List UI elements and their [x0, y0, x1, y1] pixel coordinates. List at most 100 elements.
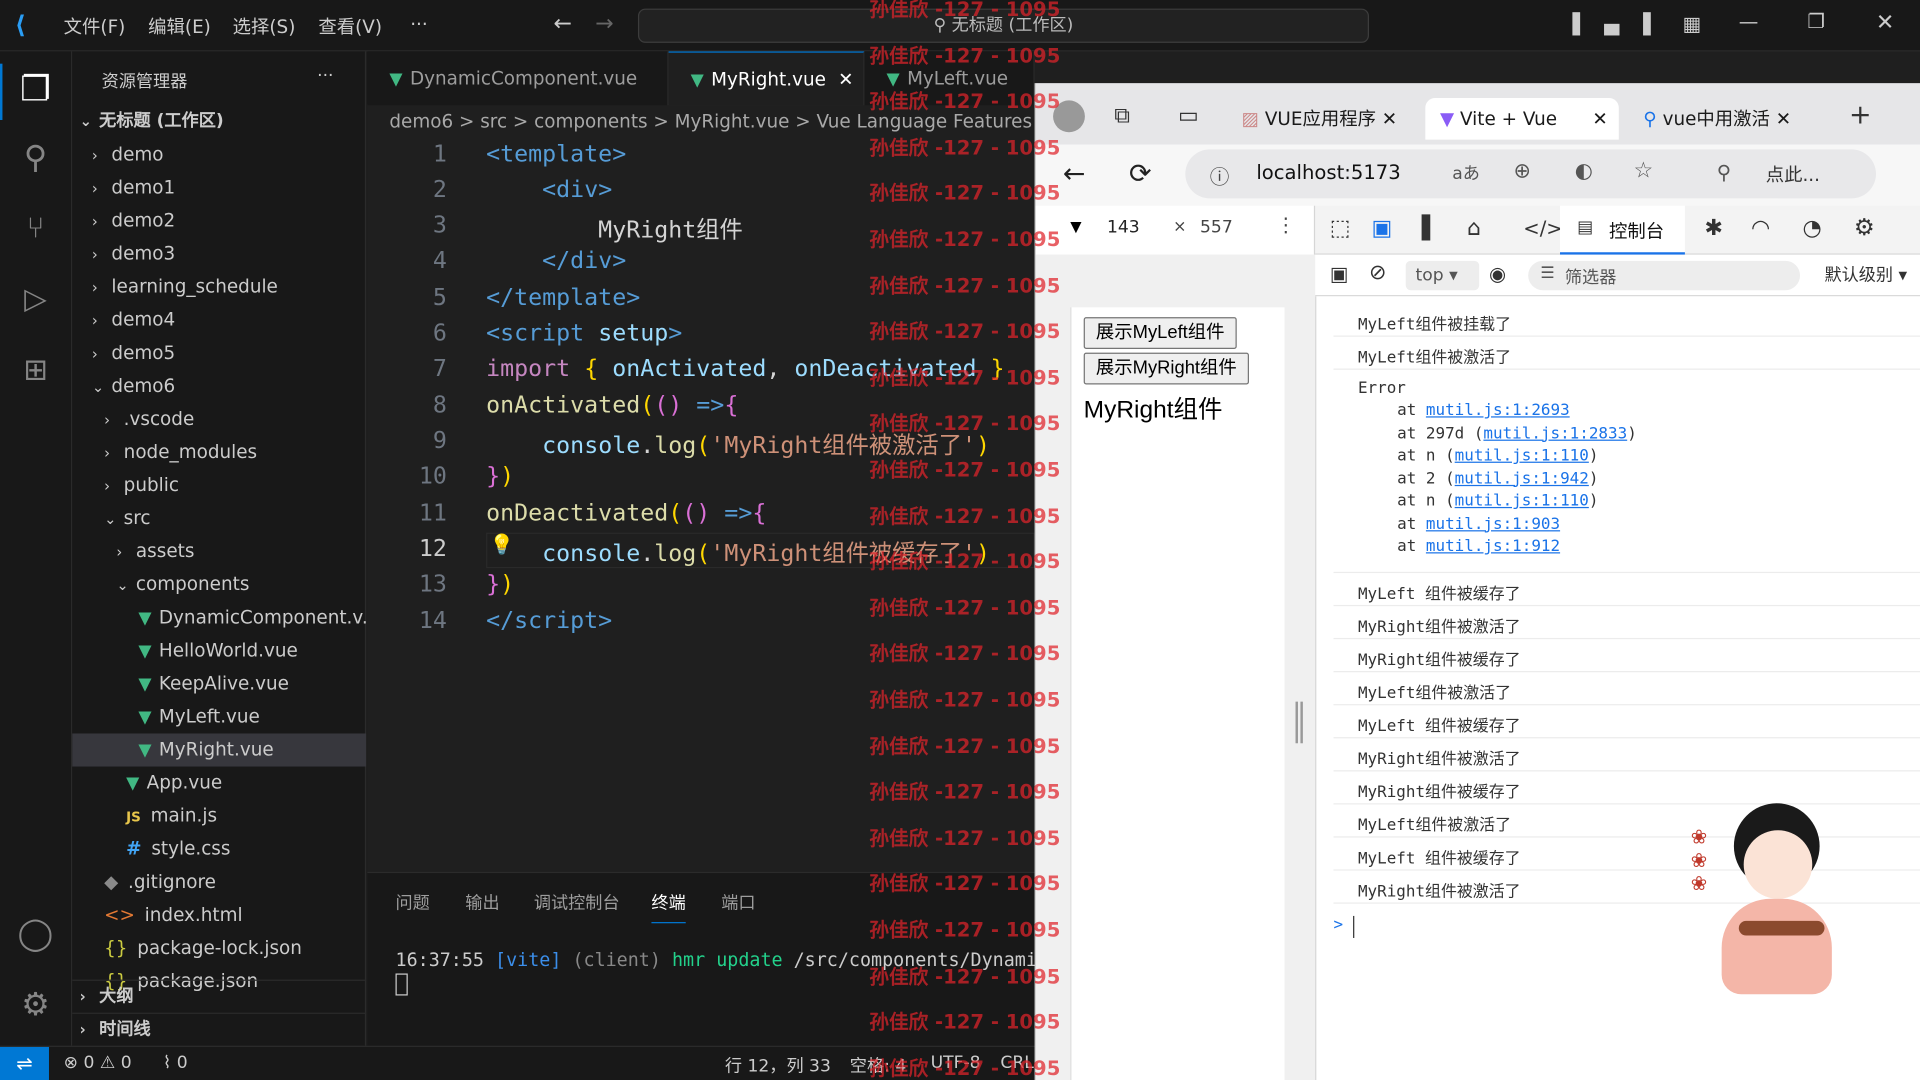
console-message[interactable]: MyRight组件被缓存了 — [1333, 771, 1920, 805]
source-control-icon[interactable]: ⑂ — [15, 211, 57, 253]
tree-item[interactable]: ▼ App.vue — [72, 767, 366, 800]
stack-source-link[interactable]: mutil.js:1:942 — [1455, 470, 1589, 488]
tree-item[interactable]: JS main.js — [72, 800, 366, 833]
toggle-panel-icon[interactable]: ▄ — [1604, 12, 1619, 35]
forward-arrow-icon[interactable]: → — [595, 11, 613, 37]
close-tab-icon[interactable]: ✕ — [838, 69, 853, 91]
console-message[interactable]: MyLeft 组件被缓存了 — [1333, 573, 1920, 607]
viewport-width[interactable]: 143 — [1107, 218, 1140, 238]
tree-item[interactable]: › learning_schedule — [72, 271, 366, 304]
tree-item[interactable]: › demo — [72, 138, 366, 171]
remote-button[interactable]: ⇌ — [0, 1046, 49, 1080]
tab-actions-icon[interactable]: ▭ — [1178, 103, 1199, 129]
restore-icon[interactable]: ❐ — [1807, 10, 1825, 33]
code-line-8[interactable]: onActivated(() =>{ — [486, 392, 738, 419]
outline-section[interactable]: › 大纲 — [72, 979, 367, 1013]
tree-item[interactable]: › node_modules — [72, 436, 366, 469]
tree-item[interactable]: ◆ .gitignore — [72, 866, 366, 899]
minimize-icon[interactable]: — — [1739, 10, 1759, 33]
tree-item[interactable]: ⌄ demo6 — [72, 370, 366, 403]
dropdown-arrow-icon[interactable]: ▼ — [1070, 218, 1081, 235]
timeline-section[interactable]: › 时间线 — [72, 1012, 367, 1046]
ports-status[interactable]: ⌇ 0 — [163, 1053, 188, 1073]
resize-handle[interactable] — [1295, 701, 1303, 744]
tree-item[interactable]: › demo3 — [72, 238, 366, 271]
console-message[interactable]: MyLeft组件被挂载了 — [1333, 304, 1920, 337]
console-message[interactable]: MyLeft组件被激活了 — [1333, 337, 1920, 370]
tree-item[interactable]: ⌄ src — [72, 502, 366, 535]
menu-file[interactable]: 文件(F) — [64, 13, 126, 39]
customize-layout-icon[interactable]: ▦ — [1682, 12, 1701, 35]
menu-more[interactable]: ··· — [410, 13, 428, 35]
code-line-1[interactable]: <template> — [486, 141, 626, 168]
menu-view[interactable]: 查看(V) — [318, 13, 382, 39]
menu-selection[interactable]: 选择(S) — [233, 13, 296, 39]
performance-icon[interactable]: ◔ — [1802, 216, 1821, 242]
stack-source-link[interactable]: mutil.js:1:110 — [1455, 447, 1589, 465]
code-line-4[interactable]: </div> — [486, 247, 626, 274]
stack-source-link[interactable]: mutil.js:1:2693 — [1426, 402, 1570, 420]
favorite-star-icon[interactable]: ☆ — [1633, 158, 1653, 184]
console-message[interactable]: MyRight组件被激活了 — [1333, 606, 1920, 640]
tree-item[interactable]: ▼ DynamicComponent.v... — [72, 601, 366, 634]
new-tab-button[interactable]: + — [1849, 100, 1872, 131]
console-message[interactable]: Error at mutil.js:1:2693 at 297d (mutil.js… — [1333, 370, 1920, 574]
code-line-14[interactable]: </script> — [486, 607, 612, 634]
context-selector[interactable]: top ▾ — [1405, 260, 1480, 291]
tree-item[interactable]: › demo1 — [72, 171, 366, 204]
toggle-sidebar-icon[interactable]: ▐ — [1565, 12, 1580, 35]
close-tab-icon[interactable]: ✕ — [1776, 108, 1791, 130]
dock-sidebar-icon[interactable]: ▐ — [1413, 216, 1430, 242]
console-sidebar-icon[interactable]: ▣ — [1330, 262, 1349, 285]
show-myleft-button[interactable]: 展示MyLeft组件 — [1083, 317, 1237, 349]
panel-tab-terminal[interactable]: 终端 — [651, 890, 686, 924]
tree-item[interactable]: # style.css — [72, 833, 366, 866]
device-emulation-icon[interactable]: ▣ — [1371, 216, 1392, 242]
viewport-height[interactable]: 557 — [1200, 218, 1233, 238]
tree-item[interactable]: › public — [72, 469, 366, 502]
panel-tab-problems[interactable]: 问题 — [396, 890, 430, 914]
network-wifi-icon[interactable]: ◠ — [1751, 216, 1770, 242]
stack-source-link[interactable]: mutil.js:1:110 — [1455, 492, 1589, 510]
explorer-more-icon[interactable]: ··· — [317, 66, 333, 86]
elements-icon[interactable]: </> — [1523, 217, 1562, 240]
tree-item[interactable]: ▼ MyRight.vue — [72, 733, 367, 767]
code-line-6[interactable]: <script setup> — [486, 320, 682, 347]
tree-item[interactable]: ▼ MyLeft.vue — [72, 700, 366, 733]
console-filter-input[interactable]: ☰ 筛选器 — [1528, 260, 1801, 291]
console-message[interactable]: MyLeft 组件被缓存了 — [1333, 705, 1920, 739]
console-message[interactable]: MyLeft组件被激活了 — [1333, 672, 1920, 706]
run-debug-icon[interactable]: ▷ — [15, 282, 57, 324]
browser-tab-vue-app[interactable]: ▨ VUE应用程序 ✕ — [1242, 98, 1413, 140]
tree-item[interactable]: {} package-lock.json — [72, 932, 366, 965]
welcome-home-icon[interactable]: ⌂ — [1467, 216, 1481, 242]
zoom-icon[interactable]: ⊕ — [1513, 159, 1530, 183]
stack-source-link[interactable]: mutil.js:1:912 — [1426, 538, 1560, 556]
sidebar-search[interactable]: ⚲ 点此... — [1699, 151, 1876, 196]
tree-item[interactable]: ▼ KeepAlive.vue — [72, 667, 366, 700]
panel-tab-debug-console[interactable]: 调试控制台 — [534, 890, 620, 914]
stack-source-link[interactable]: mutil.js:1:2833 — [1483, 424, 1627, 442]
code-line-3[interactable]: MyRight组件 — [486, 212, 743, 245]
log-level-dropdown[interactable]: 默认级别 ▾ — [1825, 262, 1908, 286]
extensions-icon[interactable]: ⊞ — [15, 353, 57, 395]
account-icon[interactable]: ◯ — [15, 916, 57, 958]
more-options-icon[interactable]: ⋮ — [1276, 213, 1296, 236]
inspect-element-icon[interactable]: ⬚ — [1330, 216, 1351, 242]
console-prompt[interactable]: > — [1333, 916, 1343, 934]
tree-item[interactable]: <> index.html — [72, 899, 366, 932]
code-line-5[interactable]: </template> — [486, 284, 640, 311]
tree-item[interactable]: › .vscode — [72, 403, 366, 436]
settings-gear-icon[interactable]: ⚙ — [1854, 214, 1875, 241]
toggle-secondary-sidebar-icon[interactable]: ▌ — [1643, 12, 1658, 35]
collections-icon[interactable]: ⧉ — [1114, 103, 1130, 129]
sources-bug-icon[interactable]: ✱ — [1705, 216, 1723, 242]
tree-item[interactable]: ▼ HelloWorld.vue — [72, 634, 366, 667]
stack-source-link[interactable]: mutil.js:1:903 — [1426, 515, 1560, 533]
refresh-icon[interactable]: ⟳ — [1129, 159, 1152, 190]
close-tab-icon[interactable]: ✕ — [1592, 108, 1607, 130]
tree-item[interactable]: › demo2 — [72, 204, 366, 237]
clear-console-icon[interactable]: ⊘ — [1369, 261, 1386, 285]
back-arrow-icon[interactable]: ← — [1063, 159, 1086, 190]
cursor-position[interactable]: 行 12，列 33 — [725, 1053, 831, 1077]
